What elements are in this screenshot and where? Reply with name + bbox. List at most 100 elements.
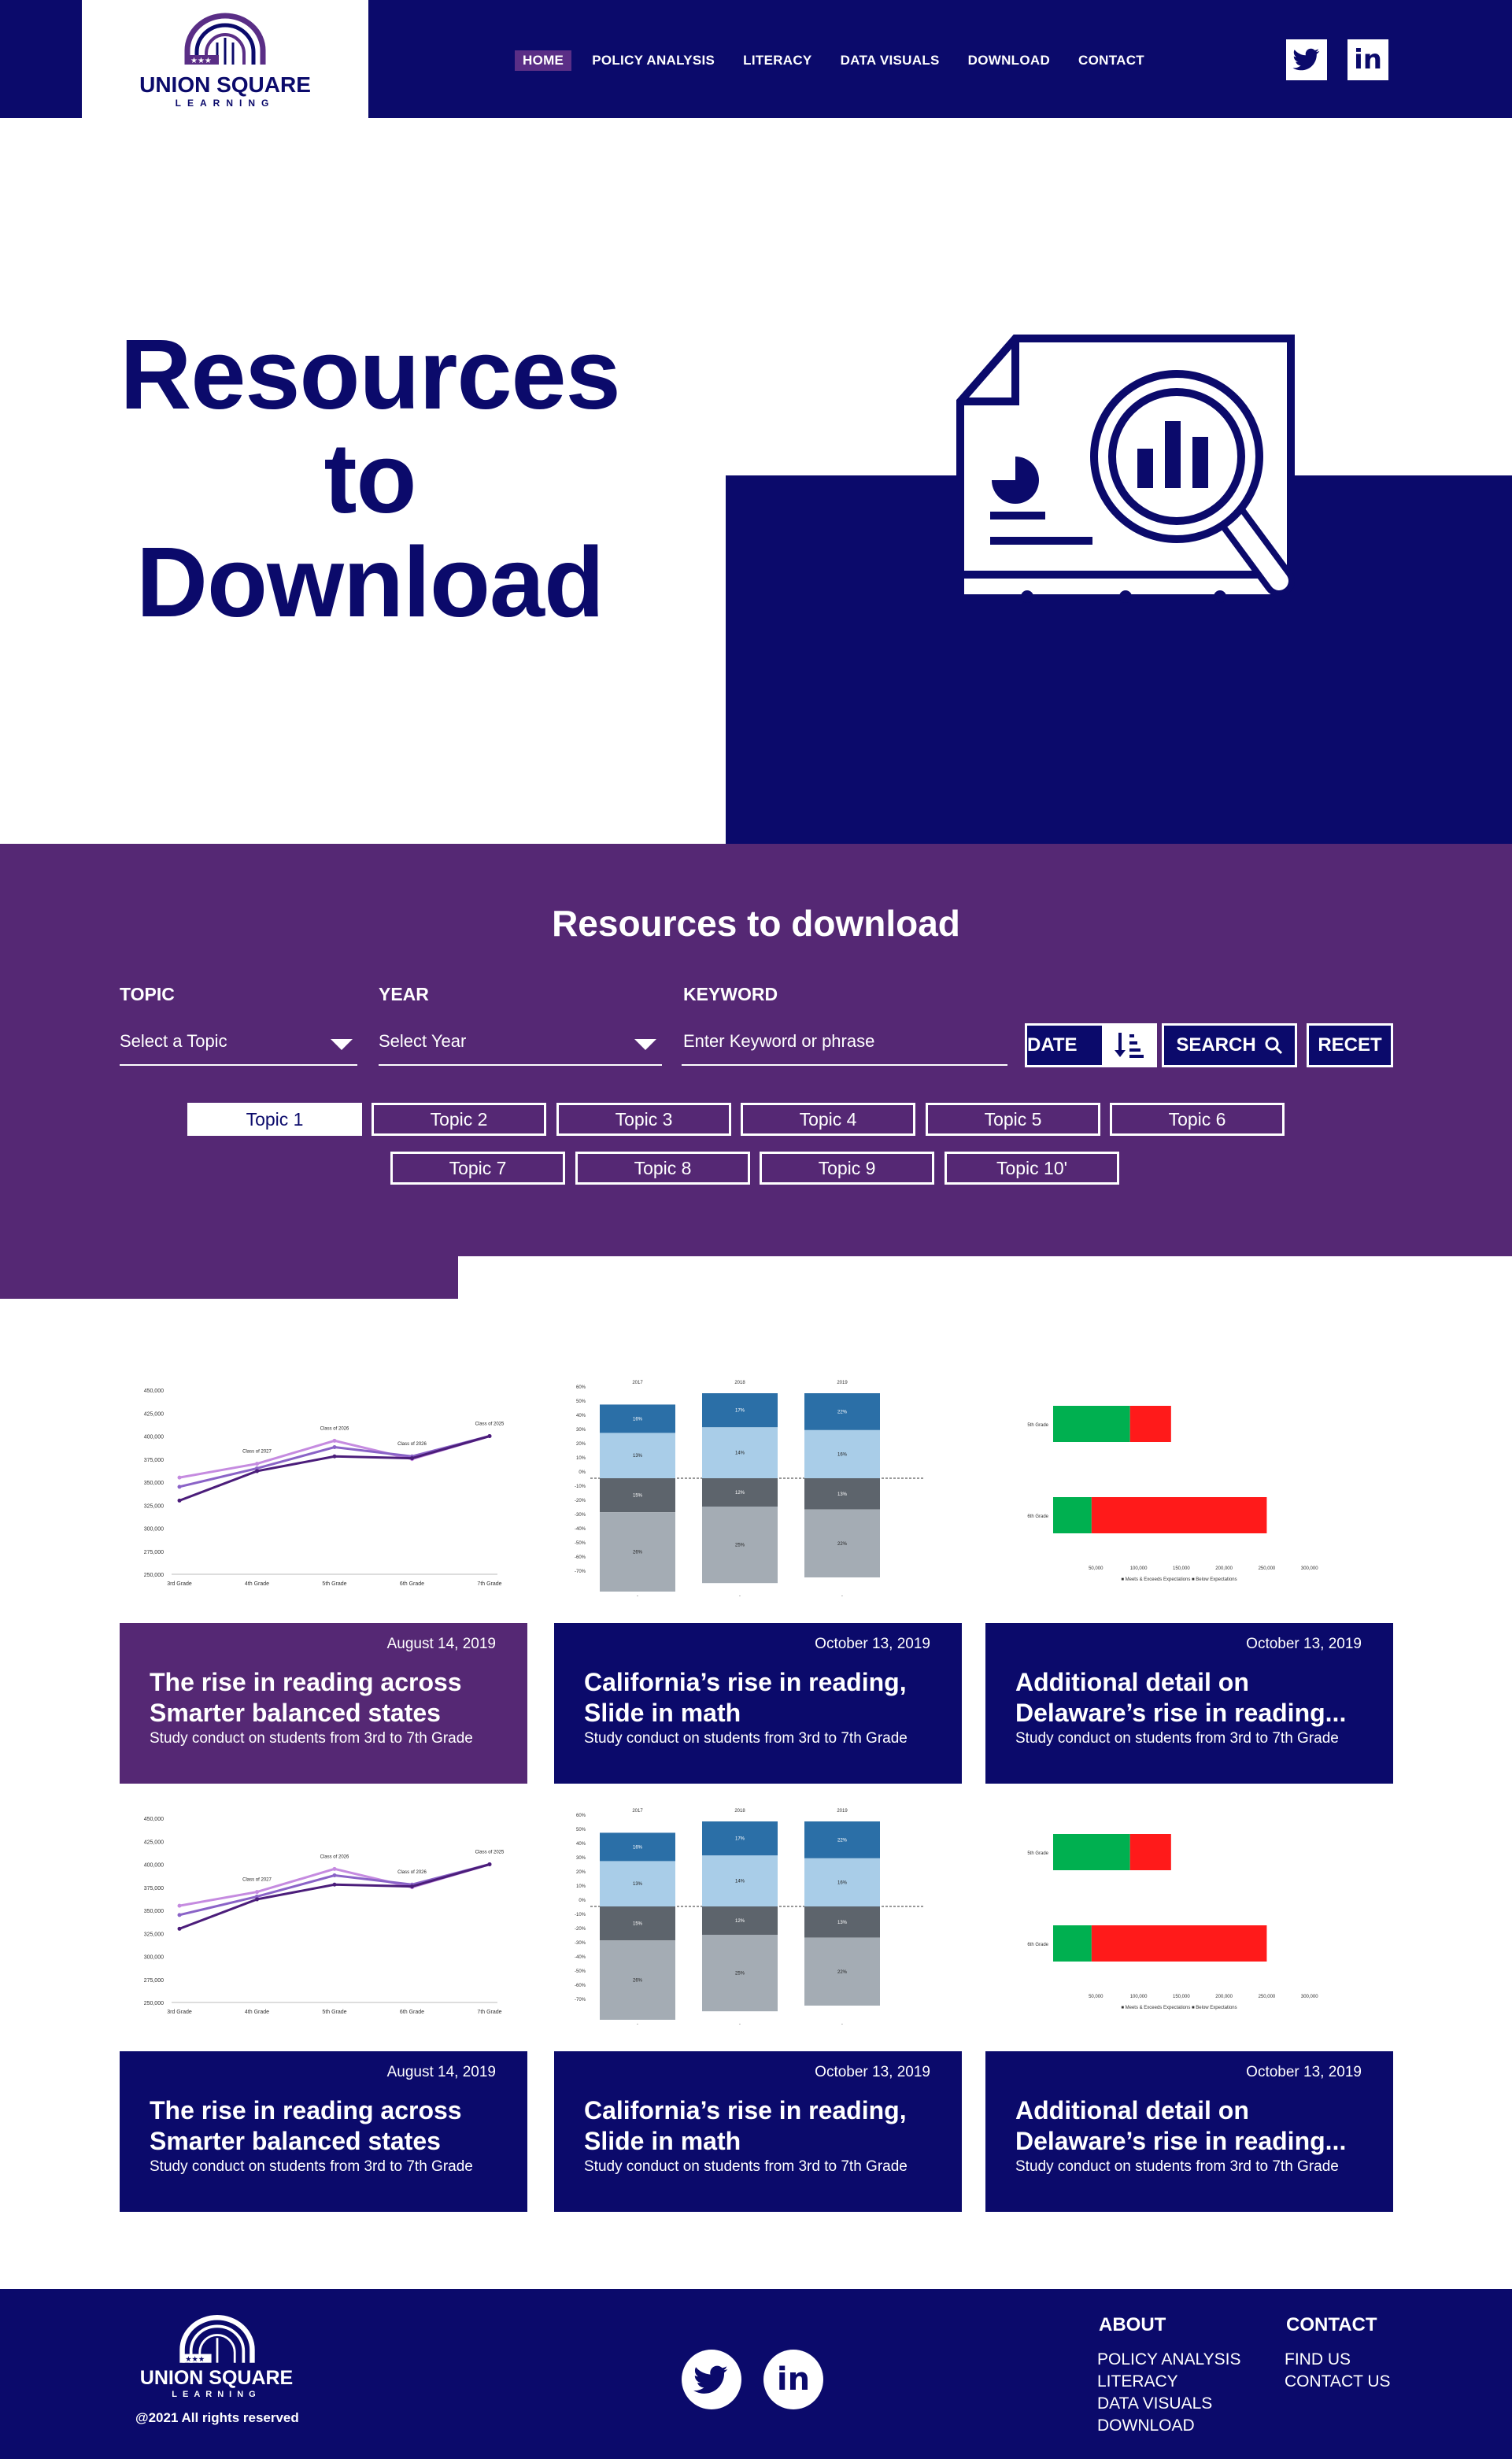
- topic-label: TOPIC: [120, 984, 175, 1004]
- search-button[interactable]: SEARCH: [1162, 1023, 1297, 1067]
- row-label: 5th Grade: [1027, 1423, 1048, 1428]
- footer-link-download[interactable]: DOWNLOAD: [1097, 2416, 1195, 2435]
- logo-arch-icon: ★★★: [184, 13, 266, 65]
- x-tick-label: 150,000: [1173, 1995, 1190, 1999]
- thumbnail-chart: 60% 50% 40% 30% 20% 10% 0% -10% -20% -30% -40% -50%…: [575, 1809, 924, 2028]
- data-label: 12%: [735, 1491, 745, 1496]
- topic-chip-9[interactable]: Topic 9: [760, 1152, 934, 1185]
- nav-contact[interactable]: CONTACT: [1070, 50, 1152, 71]
- card-title: Additional detail on Delaware’s rise in …: [1015, 1668, 1347, 1727]
- topic-chip-1[interactable]: Topic 1: [187, 1103, 362, 1136]
- resource-card[interactable]: October 13, 2019 Additional detail on Del…: [985, 2051, 1393, 2212]
- footer-linkedin-button[interactable]: in: [763, 2350, 823, 2409]
- topic-chip-7[interactable]: Topic 7: [390, 1152, 565, 1185]
- x-tick-label: ·: [637, 2021, 639, 2028]
- y-tick-label: 250,000: [144, 1573, 164, 1578]
- data-point: [177, 1926, 182, 1931]
- bar-meets: [1053, 1834, 1130, 1870]
- keyword-input[interactable]: Enter Keyword or phrase: [683, 1031, 874, 1052]
- nav-download[interactable]: DOWNLOAD: [960, 50, 1058, 71]
- data-label: 16%: [837, 1880, 848, 1885]
- resource-thumbnail[interactable]: 60% 50% 40% 30% 20% 10% 0% -10% -20% -30% -40% -50%…: [551, 1374, 956, 1603]
- y-tick-label: 50%: [576, 1828, 586, 1832]
- topic-chip-3[interactable]: Topic 3: [556, 1103, 731, 1136]
- y-tick-label: 300,000: [144, 1527, 164, 1533]
- resource-thumbnail[interactable]: 450,000 425,000 400,000 375,000 350,000 325,0…: [116, 1374, 521, 1603]
- y-tick-label: 40%: [576, 1842, 586, 1847]
- twitter-button[interactable]: [1286, 39, 1327, 80]
- footer-twitter-button[interactable]: [682, 2350, 741, 2409]
- footer-link-literacy[interactable]: LITERACY: [1097, 2372, 1178, 2391]
- resource-thumbnail[interactable]: 450,000 425,000 400,000 375,000 350,000 325,0…: [116, 1803, 521, 2031]
- topic-chip-10[interactable]: Topic 10': [945, 1152, 1119, 1185]
- topic-select[interactable]: Select a Topic: [120, 1031, 227, 1052]
- x-tick-label: 100,000: [1130, 1995, 1148, 1999]
- resource-card[interactable]: August 14, 2019 The rise in reading acros…: [120, 2051, 527, 2212]
- brand-tagline: LEARNING: [175, 98, 275, 109]
- data-point: [255, 1890, 259, 1895]
- data-label: 25%: [735, 1544, 745, 1548]
- nav-home[interactable]: HOME: [515, 50, 572, 71]
- x-tick-label: 5th Grade: [322, 1581, 346, 1587]
- row-label: 6th Grade: [1027, 1514, 1048, 1519]
- card-subtitle: Study conduct on students from 3rd to 7t…: [150, 1730, 473, 1747]
- footer-link-policy-analysis[interactable]: POLICY ANALYSIS: [1097, 2350, 1240, 2369]
- resource-card[interactable]: October 13, 2019 California’s rise in rea…: [554, 2051, 962, 2212]
- annotation-label: Class of 2026: [397, 1442, 427, 1447]
- footer-about-heading: ABOUT: [1099, 2314, 1166, 2335]
- filter-section-title: Resources to download: [552, 903, 960, 944]
- linkedin-button[interactable]: in: [1347, 39, 1388, 80]
- topic-chip-5[interactable]: Topic 5: [926, 1103, 1100, 1136]
- y-tick-label: 300,000: [144, 1955, 164, 1961]
- y-tick-label: 50%: [576, 1400, 586, 1404]
- bar-meets: [1053, 1406, 1130, 1442]
- topic-chevron-down-icon[interactable]: [331, 1039, 353, 1050]
- nav-policy-analysis[interactable]: POLICY ANALYSIS: [584, 50, 723, 71]
- topic-chip-4[interactable]: Topic 4: [741, 1103, 915, 1136]
- resource-thumbnail[interactable]: 60% 50% 40% 30% 20% 10% 0% -10% -20% -30% -40% -50%…: [551, 1803, 956, 2031]
- y-tick-label: 20%: [576, 1442, 586, 1447]
- search-button-label: SEARCH: [1176, 1034, 1256, 1056]
- y-tick-label: 350,000: [144, 1909, 164, 1914]
- topic-chip-2[interactable]: Topic 2: [372, 1103, 546, 1136]
- reset-button[interactable]: RECET: [1307, 1023, 1393, 1067]
- resource-thumbnail[interactable]: 5th Grade 6th Grade 50,000 100,000 150,000 20…: [982, 1803, 1387, 2031]
- topic-chip-8[interactable]: Topic 8: [575, 1152, 750, 1185]
- svg-text:★★★: ★★★: [190, 57, 212, 65]
- nav-data-visuals[interactable]: DATA VISUALS: [833, 50, 948, 71]
- search-icon: [1265, 1037, 1282, 1055]
- year-chevron-down-icon[interactable]: [634, 1039, 656, 1050]
- data-point: [332, 1866, 337, 1871]
- x-tick-label: 3rd Grade: [167, 2010, 192, 2015]
- y-tick-label: 60%: [576, 1385, 586, 1390]
- y-tick-label: 400,000: [144, 1435, 164, 1440]
- y-tick-label: -40%: [575, 1527, 586, 1532]
- topic-chip-6[interactable]: Topic 6: [1110, 1103, 1285, 1136]
- x-tick-label: 200,000: [1215, 1995, 1233, 1999]
- year-select[interactable]: Select Year: [379, 1031, 466, 1052]
- y-tick-label: 325,000: [144, 1932, 164, 1937]
- footer-link-contact-us[interactable]: CONTACT US: [1285, 2372, 1391, 2391]
- group-label: 2017: [632, 1381, 643, 1385]
- resource-card[interactable]: October 13, 2019 Additional detail on Del…: [985, 1623, 1393, 1784]
- resource-thumbnail[interactable]: 5th Grade 6th Grade 50,000 100,000 150,000 20…: [982, 1374, 1387, 1603]
- y-tick-label: -20%: [575, 1927, 586, 1932]
- resource-card[interactable]: October 13, 2019 California’s rise in rea…: [554, 1623, 962, 1784]
- footer-link-data-visuals[interactable]: DATA VISUALS: [1097, 2394, 1212, 2413]
- group-label: 2019: [837, 1809, 848, 1814]
- card-subtitle: Study conduct on students from 3rd to 7t…: [1015, 1730, 1339, 1747]
- date-sort-button[interactable]: DATE: [1025, 1023, 1157, 1067]
- data-point: [177, 1913, 182, 1917]
- data-label: 14%: [735, 1451, 745, 1456]
- group-label: 2018: [734, 1809, 745, 1814]
- brand-logo[interactable]: ★★★ UNION SQUARE LEARNING: [82, 0, 368, 118]
- y-tick-label: 60%: [576, 1814, 586, 1818]
- y-tick-label: 325,000: [144, 1503, 164, 1509]
- group-label: 2019: [837, 1381, 848, 1385]
- nav-literacy[interactable]: LITERACY: [735, 50, 819, 71]
- y-tick-label: 30%: [576, 1856, 586, 1861]
- main-nav: HOME POLICY ANALYSIS LITERACY DATA VISUA…: [515, 50, 1152, 71]
- y-tick-label: -50%: [575, 1541, 586, 1546]
- footer-link-find-us[interactable]: FIND US: [1285, 2350, 1351, 2369]
- resource-card[interactable]: August 14, 2019 The rise in reading acros…: [120, 1623, 527, 1784]
